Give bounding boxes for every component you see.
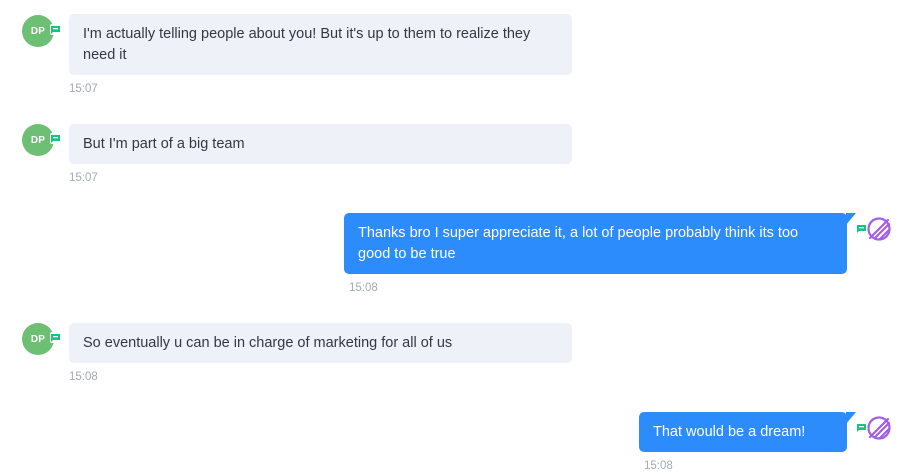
- message-bubble-incoming[interactable]: But I'm part of a big team: [69, 124, 572, 164]
- message-bubble-outgoing[interactable]: That would be a dream!: [639, 412, 856, 452]
- message-timestamp: 15:08: [644, 460, 673, 472]
- message-timestamp: 15:07: [69, 172, 98, 184]
- message-text: So eventually u can be in charge of mark…: [83, 335, 453, 351]
- message-timestamp: 15:08: [69, 371, 98, 383]
- message-timestamp: 15:08: [349, 282, 378, 294]
- message-text: That would be a dream!: [653, 424, 806, 440]
- chat-channel-icon: [50, 24, 61, 35]
- message-bubble-incoming[interactable]: I'm actually telling people about you! B…: [69, 14, 572, 75]
- avatar-initials: DP: [30, 134, 46, 146]
- message-timestamp: 15:07: [69, 83, 98, 95]
- avatar-initials: DP: [30, 25, 46, 37]
- message-text: I'm actually telling people about you! B…: [83, 26, 531, 63]
- chat-channel-icon: [50, 133, 61, 144]
- chat-thread: DP I'm actually telling people about you…: [0, 0, 905, 476]
- message-text: Thanks bro I super appreciate it, a lot …: [358, 225, 799, 262]
- chat-channel-icon: [50, 332, 61, 343]
- message-text: But I'm part of a big team: [83, 136, 245, 152]
- message-bubble-incoming[interactable]: So eventually u can be in charge of mark…: [69, 323, 572, 363]
- message-bubble-outgoing[interactable]: Thanks bro I super appreciate it, a lot …: [344, 213, 856, 274]
- avatar-initials: DP: [30, 333, 46, 345]
- bot-icon[interactable]: [866, 415, 892, 441]
- bot-icon[interactable]: [866, 216, 892, 242]
